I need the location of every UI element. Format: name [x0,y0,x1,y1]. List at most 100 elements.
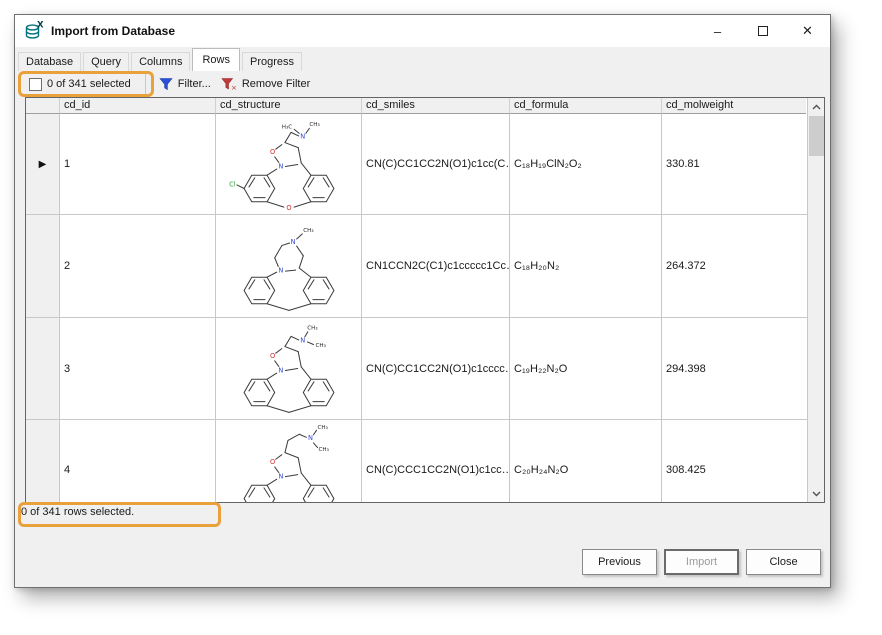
svg-text:N: N [278,266,283,274]
tab-label: Rows [202,54,230,66]
cell-cd-structure[interactable]: N O N CH₃ CH₃ [216,420,362,503]
tab-query[interactable]: Query [83,52,129,71]
column-header-cd-structure[interactable]: cd_structure [216,98,362,114]
app-database-icon: X [24,21,44,41]
svg-text:CH₃: CH₃ [303,227,313,233]
cell-cd-formula[interactable]: C₁₈H₁₉ClN₂O₂ [510,114,662,214]
cell-cd-smiles[interactable]: CN(C)CC1CC2N(O1)c1cc(C… [362,114,510,214]
svg-text:O: O [270,147,275,155]
maximize-icon [758,26,768,36]
chevron-down-icon [812,491,821,497]
select-all-label: 0 of 341 selected [47,78,131,90]
cell-cd-id[interactable]: 2 [60,215,216,317]
vertical-scrollbar[interactable] [807,98,824,502]
tab-label: Columns [139,56,182,68]
cd-formula-value: C₁₉H₂₂N₂O [510,363,567,375]
scroll-up-button[interactable] [808,98,825,115]
tab-database[interactable]: Database [18,52,81,71]
cell-cd-id[interactable]: 3 [60,318,216,419]
row-selector-header[interactable] [26,98,60,114]
cell-cd-molweight[interactable]: 294.398 [662,318,806,419]
window-title: Import from Database [51,24,175,38]
filter-button-label: Filter... [178,78,211,90]
tab-rows[interactable]: Rows [192,48,240,71]
scroll-down-button[interactable] [808,485,825,502]
row-selector-cell[interactable] [26,318,60,419]
tab-label: Database [26,56,73,68]
svg-text:X: X [37,21,44,31]
cd-smiles-value: CN(C)CCC1CC2N(O1)c1cc… [362,464,510,476]
cell-cd-id[interactable]: 4 [60,420,216,503]
close-button[interactable]: Close [746,549,821,575]
molecule-structure-drawing: N O N CH₃ CH₃ [222,421,356,504]
current-row-indicator-icon: ▶ [39,159,47,170]
cd-molweight-value: 308.425 [662,464,706,476]
svg-text:N: N [307,433,312,441]
column-header-cd-id[interactable]: cd_id [60,98,216,114]
remove-filter-button[interactable]: × Remove Filter [216,74,315,94]
previous-button[interactable]: Previous [582,549,657,575]
tab-columns[interactable]: Columns [131,52,190,71]
minimize-button[interactable]: – [695,15,740,47]
cd-smiles-value: CN(C)CC1CC2N(O1)c1cccc… [362,363,510,375]
cell-cd-smiles[interactable]: CN(C)CC1CC2N(O1)c1cccc… [362,318,510,419]
svg-text:O: O [286,203,291,211]
tab-strip: Database Query Columns Rows Progress [18,48,304,71]
scrollbar-thumb[interactable] [809,116,824,156]
svg-text:O: O [270,457,275,465]
column-header-cd-formula[interactable]: cd_formula [510,98,662,114]
row-selector-cell[interactable]: ▶ [26,114,60,214]
filter-funnel-icon [159,77,173,91]
table-row: 2 N N CH₃ C [26,215,824,318]
cell-cd-formula[interactable]: C₁₈H₂₀N₂ [510,215,662,317]
tab-progress[interactable]: Progress [242,52,302,71]
svg-text:O: O [270,352,275,360]
svg-text:N: N [300,132,305,140]
svg-text:CH₃: CH₃ [315,343,325,349]
cell-cd-smiles[interactable]: CN(C)CCC1CC2N(O1)c1cc… [362,420,510,503]
cd-id-value: 4 [60,464,70,476]
molecule-structure-drawing: O N O N CH₃ H₃C Cl [222,115,356,214]
grid-header: cd_id cd_structure cd_smiles cd_formula … [26,98,824,114]
svg-text:H₃C: H₃C [281,124,291,130]
chevron-up-icon [812,104,821,110]
table-row: ▶ 1 O N O [26,114,824,215]
import-button[interactable]: Import [664,549,739,575]
tab-label: Query [91,56,121,68]
footer-button-bar: Previous Import Close [582,549,821,575]
column-header-cd-molweight[interactable]: cd_molweight [662,98,806,114]
cell-cd-molweight[interactable]: 330.81 [662,114,806,214]
svg-text:N: N [278,472,283,480]
filter-button[interactable]: Filter... [154,74,216,94]
svg-text:N: N [290,238,295,246]
close-window-button[interactable]: ✕ [785,15,830,47]
status-text: 0 of 341 rows selected. [21,506,134,518]
cell-cd-id[interactable]: 1 [60,114,216,214]
cell-cd-molweight[interactable]: 308.425 [662,420,806,503]
svg-text:×: × [231,84,237,91]
table-row: 4 N O N CH₃ [26,420,824,503]
cell-cd-structure[interactable]: N O N CH₃ CH₃ [216,318,362,419]
cd-id-value: 3 [60,363,70,375]
cell-cd-formula[interactable]: C₂₀H₂₄N₂O [510,420,662,503]
cell-cd-formula[interactable]: C₁₉H₂₂N₂O [510,318,662,419]
svg-text:CH₃: CH₃ [317,425,327,431]
import-from-database-dialog: X Import from Database – ✕ Database Quer… [14,14,831,588]
cell-cd-structure[interactable]: N N CH₃ [216,215,362,317]
maximize-button[interactable] [740,15,785,47]
row-selector-cell[interactable] [26,420,60,503]
svg-text:Cl: Cl [229,180,236,188]
cell-cd-molweight[interactable]: 264.372 [662,215,806,317]
svg-text:CH₃: CH₃ [318,447,328,453]
cell-cd-structure[interactable]: O N O N CH₃ H₃C Cl [216,114,362,214]
cd-formula-value: C₁₈H₂₀N₂ [510,260,559,272]
cd-formula-value: C₁₈H₁₉ClN₂O₂ [510,158,582,170]
row-selector-cell[interactable] [26,215,60,317]
table-row: 3 N O N CH₃ [26,318,824,420]
cell-cd-smiles[interactable]: CN1CCN2C(C1)c1ccccc1Cc… [362,215,510,317]
rows-toolbar: 0 of 341 selected Filter... × Remove Fil… [15,71,830,97]
svg-text:N: N [278,367,283,375]
svg-text:CH₃: CH₃ [307,326,317,332]
column-header-cd-smiles[interactable]: cd_smiles [362,98,510,114]
select-all-checkbox[interactable] [29,78,42,91]
